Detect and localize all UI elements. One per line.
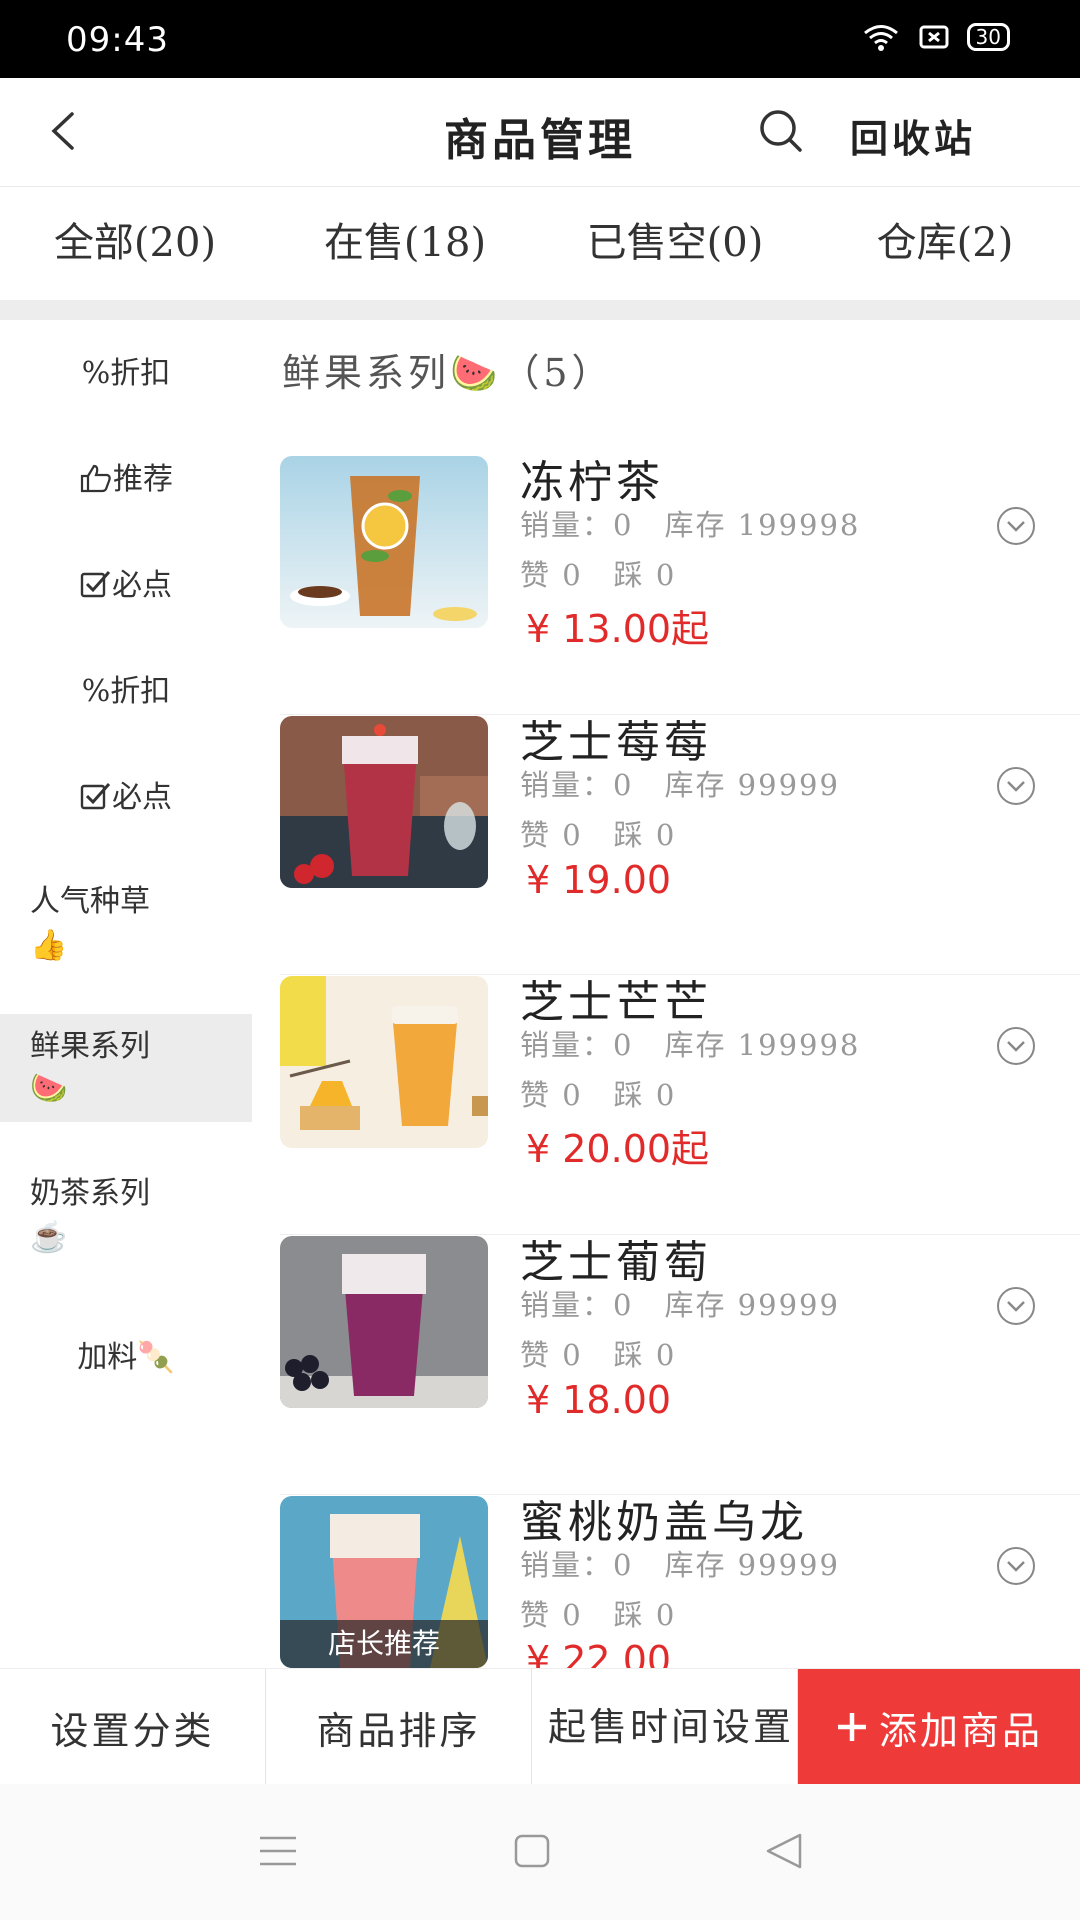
chevron-down-icon[interactable]	[996, 766, 1036, 806]
system-navigation-bar	[0, 1784, 1080, 1920]
sort-products-button[interactable]: 商品排序	[266, 1669, 532, 1785]
tab-on-sale[interactable]: 在售(18)	[270, 187, 540, 299]
sidebar-item-discount[interactable]: %折扣	[0, 348, 252, 392]
checkbox-icon	[80, 783, 111, 810]
sidebar-item-label: 奶茶系列	[30, 1176, 150, 1211]
sidebar-item-label: %折扣	[81, 674, 171, 709]
section-divider	[0, 300, 1080, 320]
product-price: ¥ 13.00起	[526, 607, 710, 651]
product-likes: 赞 0 踩 0	[520, 1598, 677, 1632]
product-image	[280, 716, 488, 888]
category-count: （5）	[501, 351, 614, 395]
home-icon[interactable]	[514, 1834, 550, 1868]
product-stats: 销量：0 库存 199998	[520, 1028, 861, 1062]
sale-time-button[interactable]: 起售时间设置	[532, 1669, 798, 1785]
chevron-down-icon[interactable]	[996, 1026, 1036, 1066]
sidebar-item-must-order[interactable]: 必点	[0, 560, 252, 604]
product-price: ¥ 22.00	[526, 1638, 672, 1668]
sidebar-item-label: 人气种草	[30, 884, 150, 919]
product-card-cheese-berry[interactable]: 芝士莓莓 销量：0 库存 99999 赞 0 踩 0 ¥ 19.00	[280, 716, 1080, 975]
thumbs-up-icon	[80, 464, 111, 493]
sale-time-label: 起售时间设置	[548, 1705, 795, 1749]
status-time: 09:43	[66, 20, 169, 60]
sidebar-item-milk-tea[interactable]: 奶茶系列 ☕	[0, 1172, 252, 1260]
sidebar-item-popular[interactable]: 人气种草 👍	[0, 880, 252, 968]
product-list-panel: 鲜果系列🍉（5） 冻柠茶 销量：0 库存 199998 赞 0 踩 0 ¥ 13…	[252, 320, 1080, 1668]
plus-icon	[837, 1713, 866, 1741]
sidebar-item-recommend[interactable]: 推荐	[0, 454, 252, 498]
product-likes: 赞 0 踩 0	[520, 818, 677, 852]
product-likes: 赞 0 踩 0	[520, 1078, 677, 1112]
chevron-down-icon[interactable]	[996, 1286, 1036, 1326]
product-likes: 赞 0 踩 0	[520, 558, 677, 592]
sidebar-item-label: 推荐	[113, 462, 173, 497]
product-price: ¥ 20.00起	[526, 1127, 710, 1171]
add-product-button[interactable]: 添加商品	[798, 1669, 1080, 1785]
sidebar-item-toppings[interactable]: 加料🍡	[0, 1332, 252, 1376]
product-image	[280, 456, 488, 628]
category-heading: 鲜果系列🍉（5）	[282, 342, 614, 397]
manager-recommend-badge: 店长推荐	[280, 1620, 488, 1668]
recycle-bin-button[interactable]: 回收站	[850, 108, 976, 163]
sim-icon	[919, 25, 949, 49]
product-name: 蜜桃奶盖乌龙	[520, 1497, 808, 1548]
battery-indicator: 30	[966, 23, 1010, 51]
checkbox-icon	[80, 571, 111, 598]
chevron-down-icon[interactable]	[996, 1546, 1036, 1586]
back-triangle-icon[interactable]	[764, 1832, 804, 1870]
category-name: 鲜果系列	[282, 351, 451, 395]
watermelon-icon: 🍉	[450, 351, 502, 395]
product-price: ¥ 18.00	[526, 1378, 672, 1422]
status-bar: 09:43 30	[0, 0, 1080, 78]
sidebar-item-label: 必点	[112, 568, 172, 603]
product-image	[280, 1236, 488, 1408]
bottom-action-bar: 设置分类 商品排序 起售时间设置 添加商品	[0, 1668, 1080, 1785]
product-stats: 销量：0 库存 99999	[520, 1548, 840, 1582]
product-stats: 销量：0 库存 99999	[520, 768, 840, 802]
wifi-icon	[863, 25, 898, 51]
product-image: 店长推荐	[280, 1496, 488, 1668]
sidebar-item-label: %折扣	[81, 356, 171, 391]
product-card-cheese-mango[interactable]: 芝士芒芒 销量：0 库存 199998 赞 0 踩 0 ¥ 20.00起	[280, 976, 1080, 1235]
product-price: ¥ 19.00	[526, 858, 672, 902]
top-navigation: 商品管理 回收站	[0, 78, 1080, 187]
set-category-button[interactable]: 设置分类	[0, 1669, 266, 1785]
chevron-down-icon[interactable]	[996, 506, 1036, 546]
status-icons: 30	[861, 22, 1010, 52]
thumbs-up-emoji-icon: 👍	[30, 928, 68, 963]
category-sidebar: %折扣 推荐 必点 %折扣 必点 人气种草 👍 鲜果系列 🍉 奶茶系列 ☕ 加料…	[0, 320, 252, 1668]
sidebar-item-label: 鲜果系列	[30, 1029, 150, 1064]
product-card-peach-oolong[interactable]: 店长推荐 蜜桃奶盖乌龙 销量：0 库存 99999 赞 0 踩 0 ¥ 22.0…	[280, 1496, 1080, 1668]
search-icon[interactable]	[756, 106, 806, 156]
product-image	[280, 976, 488, 1148]
sidebar-item-fresh-fruit[interactable]: 鲜果系列 🍉	[0, 1014, 252, 1122]
product-name: 芝士葡萄	[520, 1237, 712, 1288]
product-card-lemon-tea[interactable]: 冻柠茶 销量：0 库存 199998 赞 0 踩 0 ¥ 13.00起	[280, 456, 1080, 715]
product-card-cheese-grape[interactable]: 芝士葡萄 销量：0 库存 99999 赞 0 踩 0 ¥ 18.00	[280, 1236, 1080, 1495]
product-name: 芝士莓莓	[520, 717, 712, 768]
watermelon-icon: 🍉	[30, 1071, 68, 1106]
product-likes: 赞 0 踩 0	[520, 1338, 677, 1372]
product-stats: 销量：0 库存 199998	[520, 508, 861, 542]
sidebar-item-must-order-2[interactable]: 必点	[0, 772, 252, 816]
tab-warehouse[interactable]: 仓库(2)	[810, 187, 1080, 299]
product-name: 芝士芒芒	[520, 977, 712, 1028]
coffee-cup-icon: ☕	[30, 1220, 68, 1255]
menu-icon[interactable]	[258, 1834, 298, 1868]
sidebar-item-label: 加料	[77, 1340, 138, 1375]
sidebar-item-discount-2[interactable]: %折扣	[0, 666, 252, 710]
add-product-label: 添加商品	[878, 1708, 1043, 1753]
dango-icon: 🍡	[137, 1340, 175, 1375]
status-tabs: 全部(20) 在售(18) 已售空(0) 仓库(2)	[0, 187, 1080, 299]
tab-sold-out[interactable]: 已售空(0)	[540, 187, 810, 299]
tab-all[interactable]: 全部(20)	[0, 187, 270, 299]
sidebar-item-label: 必点	[112, 780, 172, 815]
product-name: 冻柠茶	[520, 457, 664, 508]
product-stats: 销量：0 库存 99999	[520, 1288, 840, 1322]
